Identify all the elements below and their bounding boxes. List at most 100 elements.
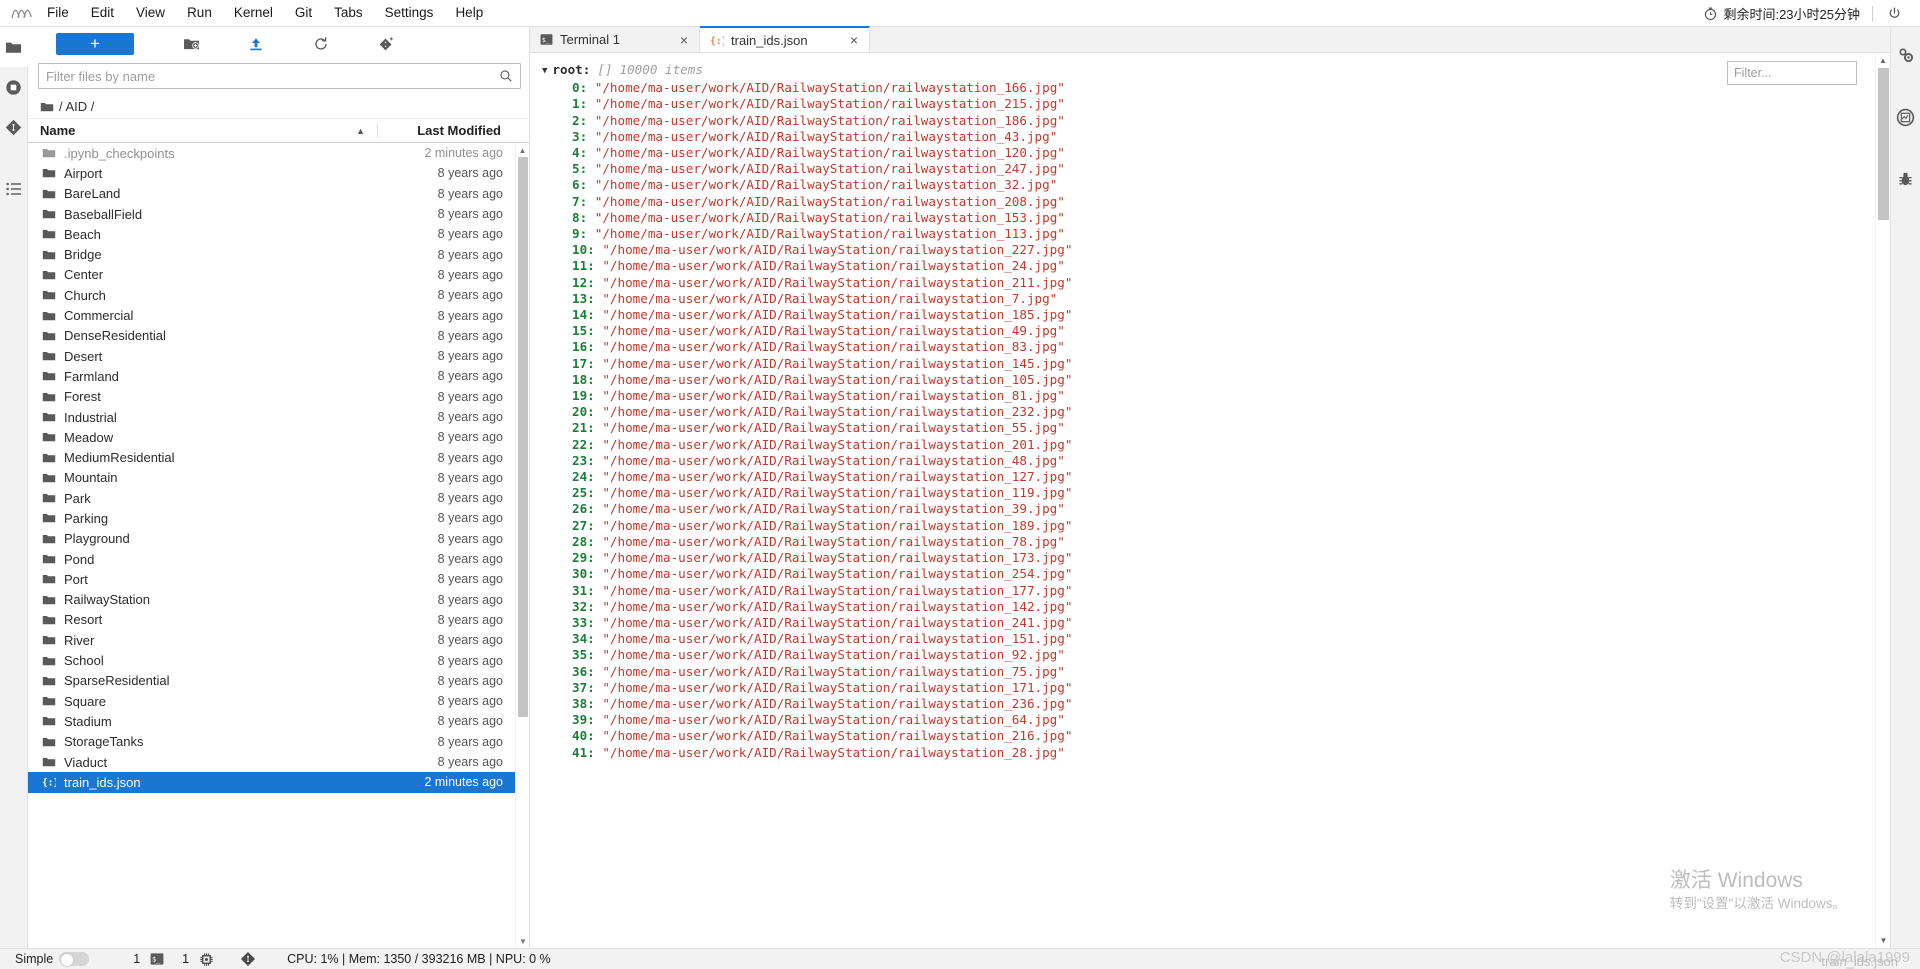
json-item[interactable]: 11: "/home/ma-user/work/AID/RailwayStati… <box>540 258 1875 274</box>
file-list-item[interactable]: DenseResidential 8 years ago <box>28 326 529 346</box>
refresh-button[interactable] <box>306 32 336 56</box>
json-root-node[interactable]: ▼ root: [] 10000 items <box>540 62 1875 80</box>
sidebar-item-running-sessions[interactable] <box>0 67 28 107</box>
json-item[interactable]: 9: "/home/ma-user/work/AID/RailwayStatio… <box>540 226 1875 242</box>
json-item[interactable]: 33: "/home/ma-user/work/AID/RailwayStati… <box>540 615 1875 631</box>
close-icon[interactable]: × <box>848 33 860 47</box>
file-list-item[interactable]: SparseResidential 8 years ago <box>28 671 529 691</box>
file-list-item[interactable]: Pond 8 years ago <box>28 549 529 569</box>
file-list-item[interactable]: Desert 8 years ago <box>28 346 529 366</box>
breadcrumb[interactable]: / AID / <box>28 95 529 119</box>
file-list-item[interactable]: .ipynb_checkpoints 2 minutes ago <box>28 143 529 163</box>
git-clone-button[interactable] <box>371 32 401 56</box>
scroll-down-arrow-icon[interactable]: ▼ <box>516 934 529 948</box>
scroll-up-arrow-icon[interactable]: ▲ <box>516 143 529 157</box>
upload-button[interactable] <box>241 32 271 56</box>
json-item[interactable]: 15: "/home/ma-user/work/AID/RailwayStati… <box>540 323 1875 339</box>
file-list-item[interactable]: Parking 8 years ago <box>28 508 529 528</box>
json-scroll-thumb[interactable] <box>1878 68 1889 220</box>
sidebar-item-extension-manager[interactable] <box>1892 97 1920 137</box>
new-launcher-button[interactable]: + <box>56 33 134 55</box>
git-status-indicator[interactable] <box>233 951 263 967</box>
json-item[interactable]: 16: "/home/ma-user/work/AID/RailwayStati… <box>540 339 1875 355</box>
json-item[interactable]: 41: "/home/ma-user/work/AID/RailwayStati… <box>540 745 1875 761</box>
file-list-item[interactable]: BareLand 8 years ago <box>28 184 529 204</box>
file-list-item[interactable]: Park 8 years ago <box>28 488 529 508</box>
json-item[interactable]: 6: "/home/ma-user/work/AID/RailwayStatio… <box>540 177 1875 193</box>
json-item[interactable]: 22: "/home/ma-user/work/AID/RailwayStati… <box>540 437 1875 453</box>
file-list-item[interactable]: River 8 years ago <box>28 630 529 650</box>
json-item[interactable]: 17: "/home/ma-user/work/AID/RailwayStati… <box>540 356 1875 372</box>
json-filter-box[interactable] <box>1727 61 1875 85</box>
file-list-scrollbar[interactable]: ▲ ▼ <box>515 143 529 948</box>
json-item[interactable]: 5: "/home/ma-user/work/AID/RailwayStatio… <box>540 161 1875 177</box>
file-list-item[interactable]: School 8 years ago <box>28 650 529 670</box>
file-list-item[interactable]: Viaduct 8 years ago <box>28 752 529 772</box>
power-button[interactable] <box>1873 6 1914 21</box>
file-list-item[interactable]: Mountain 8 years ago <box>28 468 529 488</box>
json-item[interactable]: 21: "/home/ma-user/work/AID/RailwayStati… <box>540 420 1875 436</box>
file-list-scroll-thumb[interactable] <box>518 157 528 717</box>
json-item[interactable]: 8: "/home/ma-user/work/AID/RailwayStatio… <box>540 210 1875 226</box>
sidebar-item-git[interactable] <box>0 107 28 147</box>
file-list-item[interactable]: Meadow 8 years ago <box>28 427 529 447</box>
json-item[interactable]: 29: "/home/ma-user/work/AID/RailwayStati… <box>540 550 1875 566</box>
file-list-item[interactable]: Commercial 8 years ago <box>28 305 529 325</box>
column-header-last-modified[interactable]: Last Modified <box>377 123 517 138</box>
file-list-item[interactable]: {:} train_ids.json 2 minutes ago <box>28 772 529 793</box>
json-item[interactable]: 36: "/home/ma-user/work/AID/RailwayStati… <box>540 664 1875 680</box>
json-item[interactable]: 28: "/home/ma-user/work/AID/RailwayStati… <box>540 534 1875 550</box>
json-item[interactable]: 31: "/home/ma-user/work/AID/RailwayStati… <box>540 583 1875 599</box>
file-list-item[interactable]: MediumResidential 8 years ago <box>28 447 529 467</box>
collapse-triangle-icon[interactable]: ▼ <box>542 63 547 79</box>
file-list-item[interactable]: RailwayStation 8 years ago <box>28 590 529 610</box>
file-list-item[interactable]: Center 8 years ago <box>28 265 529 285</box>
filter-files-input[interactable] <box>46 68 499 84</box>
new-folder-button[interactable] <box>176 32 206 56</box>
terminal-sessions-indicator[interactable]: 1 $_ <box>122 952 171 966</box>
json-filter-input[interactable] <box>1734 66 1875 80</box>
file-list-item[interactable]: Bridge 8 years ago <box>28 244 529 264</box>
json-item[interactable]: 13: "/home/ma-user/work/AID/RailwayStati… <box>540 291 1875 307</box>
json-item[interactable]: 27: "/home/ma-user/work/AID/RailwayStati… <box>540 518 1875 534</box>
menu-item-view[interactable]: View <box>125 2 176 24</box>
json-item[interactable]: 30: "/home/ma-user/work/AID/RailwayStati… <box>540 566 1875 582</box>
kernel-sessions-indicator[interactable]: 1 <box>171 952 221 967</box>
menu-item-tabs[interactable]: Tabs <box>323 2 374 24</box>
json-item[interactable]: 3: "/home/ma-user/work/AID/RailwayStatio… <box>540 129 1875 145</box>
close-icon[interactable]: × <box>678 33 690 47</box>
file-list-item[interactable]: Resort 8 years ago <box>28 610 529 630</box>
json-item[interactable]: 2: "/home/ma-user/work/AID/RailwayStatio… <box>540 113 1875 129</box>
json-item[interactable]: 39: "/home/ma-user/work/AID/RailwayStati… <box>540 712 1875 728</box>
tab-train-ids-json[interactable]: {:} train_ids.json × <box>700 26 870 52</box>
file-list-item[interactable]: Farmland 8 years ago <box>28 366 529 386</box>
json-item[interactable]: 4: "/home/ma-user/work/AID/RailwayStatio… <box>540 145 1875 161</box>
menu-item-edit[interactable]: Edit <box>80 2 125 24</box>
sidebar-item-property-inspector[interactable] <box>1892 35 1920 75</box>
menu-item-git[interactable]: Git <box>284 2 323 24</box>
column-header-name[interactable]: Name <box>40 123 356 138</box>
scroll-up-arrow-icon[interactable]: ▲ <box>1876 53 1890 68</box>
file-filter-box[interactable] <box>38 63 521 89</box>
json-item[interactable]: 34: "/home/ma-user/work/AID/RailwayStati… <box>540 631 1875 647</box>
file-list-item[interactable]: Forest 8 years ago <box>28 387 529 407</box>
json-item[interactable]: 1: "/home/ma-user/work/AID/RailwayStatio… <box>540 96 1875 112</box>
menu-item-help[interactable]: Help <box>444 2 494 24</box>
file-list-item[interactable]: Port 8 years ago <box>28 569 529 589</box>
file-list-item[interactable]: Airport 8 years ago <box>28 163 529 183</box>
tab-terminal-1[interactable]: $_ Terminal 1 × <box>530 27 700 52</box>
menu-item-run[interactable]: Run <box>176 2 223 24</box>
file-list-item[interactable]: BaseballField 8 years ago <box>28 204 529 224</box>
json-item[interactable]: 35: "/home/ma-user/work/AID/RailwayStati… <box>540 647 1875 663</box>
file-list-item[interactable]: Playground 8 years ago <box>28 529 529 549</box>
simple-mode-switch[interactable] <box>59 952 90 967</box>
json-item[interactable]: 7: "/home/ma-user/work/AID/RailwayStatio… <box>540 194 1875 210</box>
file-list-item[interactable]: Square 8 years ago <box>28 691 529 711</box>
menu-item-settings[interactable]: Settings <box>374 2 445 24</box>
json-item[interactable]: 18: "/home/ma-user/work/AID/RailwayStati… <box>540 372 1875 388</box>
sidebar-item-debugger[interactable] <box>1892 159 1920 199</box>
json-item[interactable]: 14: "/home/ma-user/work/AID/RailwayStati… <box>540 307 1875 323</box>
json-item[interactable]: 12: "/home/ma-user/work/AID/RailwayStati… <box>540 275 1875 291</box>
sidebar-item-file-browser[interactable] <box>0 27 28 67</box>
file-list-item[interactable]: Industrial 8 years ago <box>28 407 529 427</box>
